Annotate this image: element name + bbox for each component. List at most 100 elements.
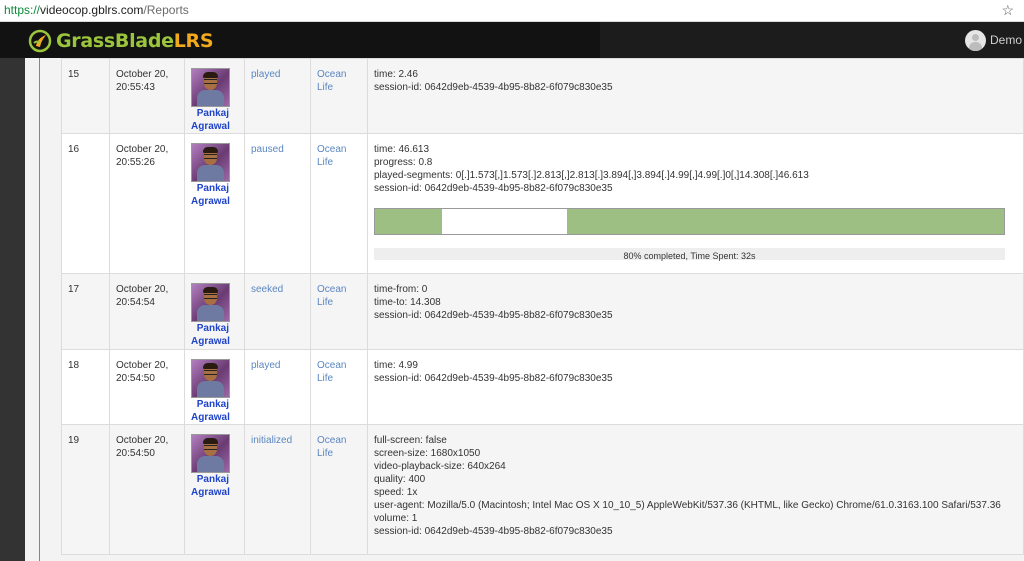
actor-cell: Pankaj Agrawal xyxy=(184,133,245,274)
row-number-cell: 15 xyxy=(61,58,110,134)
detail-line: time: 46.613 xyxy=(374,144,430,155)
actor-last-name: Agrawal xyxy=(191,412,230,423)
verb-link[interactable]: paused xyxy=(251,144,284,155)
actor-avatar[interactable] xyxy=(191,283,230,322)
date-text: October 20, xyxy=(116,284,169,295)
detail-line: session-id: 0642d9eb-4539-4b95-8b82-6f07… xyxy=(374,82,613,93)
object-link[interactable]: Life xyxy=(317,81,361,94)
detail-line: time-to: 14.308 xyxy=(374,297,441,308)
user-avatar-icon[interactable] xyxy=(964,29,986,51)
actor-last-name: Agrawal xyxy=(191,196,230,207)
actor-name-link[interactable]: Pankaj Agrawal xyxy=(191,398,230,424)
detail-line: screen-size: 1680x1050 xyxy=(374,448,481,459)
time-text: 20:54:54 xyxy=(116,297,155,308)
object-link[interactable]: Life xyxy=(317,156,361,169)
left-sidebar-strip xyxy=(0,58,25,561)
date-text: October 20, xyxy=(116,69,169,80)
actor-last-name: Agrawal xyxy=(191,487,230,498)
bookmark-star-icon[interactable]: ☆ xyxy=(1001,2,1014,19)
logo-text-grassblade: GrassBlade xyxy=(56,30,174,52)
detail-line: session-id: 0642d9eb-4539-4b95-8b82-6f07… xyxy=(374,373,613,384)
date-text: October 20, xyxy=(116,435,169,446)
actor-cell: Pankaj Agrawal xyxy=(184,424,245,555)
row-number-cell: 19 xyxy=(61,424,110,555)
user-name[interactable]: Demo xyxy=(990,33,1022,47)
object-link[interactable]: Ocean xyxy=(317,143,361,156)
verb-link[interactable]: seeked xyxy=(251,284,283,295)
date-cell: October 20, 20:54:54 xyxy=(109,273,185,350)
actor-first-name: Pankaj xyxy=(196,108,229,119)
actor-first-name: Pankaj xyxy=(196,474,229,485)
address-bar[interactable]: https://videocop.gblrs.com/Reports ☆ xyxy=(0,0,1024,22)
object-link[interactable]: Life xyxy=(317,372,361,385)
object-link[interactable]: Life xyxy=(317,296,361,309)
date-cell: October 20, 20:54:50 xyxy=(109,349,185,425)
actor-name-link[interactable]: Pankaj Agrawal xyxy=(191,322,230,348)
grassblade-logo[interactable]: GrassBladeLRS xyxy=(28,28,214,54)
played-segment xyxy=(567,209,1004,234)
actor-avatar[interactable] xyxy=(191,143,230,182)
actor-name-link[interactable]: Pankaj Agrawal xyxy=(191,182,230,208)
detail-line: played-segments: 0[.]1.573[,]1.573[.]2.8… xyxy=(374,170,809,181)
detail-line: user-agent: Mozilla/5.0 (Macintosh; Inte… xyxy=(374,500,1001,511)
detail-line: full-screen: false xyxy=(374,435,447,446)
row-number-cell: 17 xyxy=(61,273,110,350)
time-text: 20:55:43 xyxy=(116,82,155,93)
detail-line: volume: 1 xyxy=(374,513,418,524)
played-segment xyxy=(375,209,442,234)
user-menu[interactable]: Demo xyxy=(964,28,1024,52)
date-text: October 20, xyxy=(116,144,169,155)
logo-text-lrs: LRS xyxy=(173,30,214,52)
grassblade-leaf-icon xyxy=(28,29,52,53)
object-link[interactable]: Ocean xyxy=(317,283,361,296)
detail-line: session-id: 0642d9eb-4539-4b95-8b82-6f07… xyxy=(374,526,613,537)
verb-cell: played xyxy=(244,349,311,425)
progress-bar xyxy=(374,208,1005,235)
date-cell: October 20, 20:55:26 xyxy=(109,133,185,274)
url-text[interactable]: https://videocop.gblrs.com/Reports xyxy=(4,3,189,17)
details-cell: time: 2.46 session-id: 0642d9eb-4539-4b95… xyxy=(367,58,1024,134)
verb-cell: played xyxy=(244,58,311,134)
detail-line: progress: 0.8 xyxy=(374,157,433,168)
row-number: 17 xyxy=(68,284,80,295)
actor-name-link[interactable]: Pankaj Agrawal xyxy=(191,473,230,499)
verb-link[interactable]: played xyxy=(251,69,280,80)
actor-name-link[interactable]: Pankaj Agrawal xyxy=(191,107,230,133)
verb-cell: initialized xyxy=(244,424,311,555)
row-number: 19 xyxy=(68,435,80,446)
object-link[interactable]: Ocean xyxy=(317,359,361,372)
table-row: 17 October 20, 20:54:54 Pankaj Agrawal s… xyxy=(61,273,1024,350)
actor-avatar[interactable] xyxy=(191,434,230,473)
verb-cell: paused xyxy=(244,133,311,274)
details-cell: time: 46.613 progress: 0.8 played-segments… xyxy=(367,133,1024,274)
table-row: 19 October 20, 20:54:50 Pankaj Agrawal i… xyxy=(61,424,1024,555)
object-cell: Ocean Life xyxy=(310,349,368,425)
object-cell: Ocean Life xyxy=(310,58,368,134)
object-link[interactable]: Ocean xyxy=(317,434,361,447)
actor-last-name: Agrawal xyxy=(191,121,230,132)
verb-link[interactable]: played xyxy=(251,360,280,371)
time-text: 20:54:50 xyxy=(116,373,155,384)
actor-first-name: Pankaj xyxy=(196,183,229,194)
url-scheme: https:// xyxy=(4,3,41,17)
logo-text: GrassBladeLRS xyxy=(56,30,214,52)
table-row: 18 October 20, 20:54:50 Pankaj Agrawal p… xyxy=(61,349,1024,425)
detail-line: time: 2.46 xyxy=(374,69,418,80)
object-link[interactable]: Life xyxy=(317,447,361,460)
actor-first-name: Pankaj xyxy=(196,399,229,410)
object-cell: Ocean Life xyxy=(310,424,368,555)
verb-link[interactable]: initialized xyxy=(251,435,292,446)
detail-line: time-from: 0 xyxy=(374,284,428,295)
date-text: October 20, xyxy=(116,360,169,371)
actor-avatar[interactable] xyxy=(191,68,230,107)
content-divider-line xyxy=(39,58,40,561)
actor-avatar[interactable] xyxy=(191,359,230,398)
details-cell: time-from: 0 time-to: 14.308 session-id: 0… xyxy=(367,273,1024,350)
verb-cell: seeked xyxy=(244,273,311,350)
url-host: videocop.gblrs.com xyxy=(40,3,144,17)
time-text: 20:54:50 xyxy=(116,448,155,459)
date-cell: October 20, 20:54:50 xyxy=(109,424,185,555)
detail-line: quality: 400 xyxy=(374,474,426,485)
object-cell: Ocean Life xyxy=(310,133,368,274)
object-link[interactable]: Ocean xyxy=(317,68,361,81)
